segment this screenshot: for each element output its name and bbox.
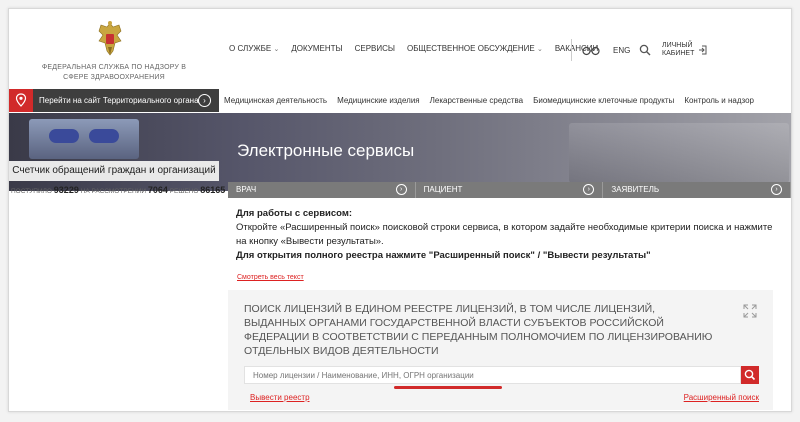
instructions: Для работы с сервисом: Откройте «Расшире…: [236, 207, 781, 263]
nav-divider: [571, 39, 572, 61]
tab-applicant-label: ЗАЯВИТЕЛЬ: [611, 185, 660, 194]
page-title: Электронные сервисы: [237, 141, 415, 160]
instructions-body: Откройте «Расширенный поиск» поисковой с…: [236, 222, 773, 247]
subnav-control[interactable]: Контроль и надзор: [684, 96, 754, 105]
expand-icon[interactable]: [743, 304, 757, 318]
language-switch[interactable]: ENG: [613, 46, 630, 55]
full-text-link[interactable]: Смотреть весь текст: [237, 274, 304, 281]
location-pin-icon: [9, 89, 33, 112]
resolved-label: РЕШЕНО: [169, 188, 199, 195]
login-icon[interactable]: [698, 45, 707, 55]
counter-title: Счетчик обращений граждан и организаций: [9, 161, 219, 181]
received-count: 93229: [53, 185, 79, 195]
export-registry-link[interactable]: Вывести реестр: [250, 393, 310, 402]
nav-about-label: О службе: [229, 44, 272, 53]
cabinet-line1: Личный: [662, 42, 693, 49]
chevron-right-icon: ›: [771, 184, 783, 195]
counter-stats: ПОСТУПИЛО 93229 НА РАССМОТРЕНИИ 7064 РЕШ…: [11, 185, 225, 195]
subnav-biomedical[interactable]: Биомедицинские клеточные продукты: [533, 96, 674, 105]
in-review-count: 7064: [147, 185, 168, 195]
nav-services[interactable]: Сервисы: [355, 44, 395, 53]
territorial-link-label: Перейти на сайт Территориального органа: [39, 96, 199, 105]
territorial-link-bar[interactable]: Перейти на сайт Территориального органа …: [9, 89, 219, 112]
personal-cabinet-link[interactable]: Личный кабинет: [662, 42, 694, 58]
site-header: Федеральная служба по надзору в сфере зд…: [9, 9, 791, 96]
nav-about[interactable]: О службе ⌄: [229, 44, 279, 53]
chevron-down-icon: ⌄: [536, 46, 543, 53]
hero-device-image: [89, 129, 119, 143]
subnav-medical-activity[interactable]: Медицинская деятельность: [224, 96, 327, 105]
advanced-search-link[interactable]: Расширенный поиск: [684, 393, 759, 402]
tab-doctor[interactable]: ВРАЧ ›: [228, 182, 416, 198]
glasses-icon[interactable]: [582, 46, 600, 56]
instructions-heading: Для работы с сервисом:: [236, 208, 353, 219]
tab-applicant[interactable]: ЗАЯВИТЕЛЬ ›: [603, 182, 791, 198]
chevron-down-icon: ⌄: [273, 46, 280, 53]
resolved-count: 86165: [200, 185, 226, 195]
subnav-medicines[interactable]: Лекарственные средства: [430, 96, 523, 105]
search-button[interactable]: [741, 366, 759, 384]
page-frame: Федеральная служба по надзору в сфере зд…: [8, 8, 792, 412]
chevron-right-icon: ›: [198, 94, 211, 107]
org-name: Федеральная служба по надзору в сфере зд…: [41, 64, 187, 81]
in-review-label: НА РАССМОТРЕНИИ: [80, 188, 147, 195]
license-search-input[interactable]: [244, 366, 741, 384]
sub-nav: Медицинская деятельность Медицинские изд…: [224, 96, 754, 105]
chevron-right-icon: ›: [583, 184, 595, 195]
hero-device-image: [29, 119, 139, 159]
hero-device-image: [569, 123, 789, 183]
russian-emblem-logo[interactable]: [95, 19, 125, 61]
top-nav: О службе ⌄ Документы Сервисы Общественно…: [229, 44, 598, 53]
search-icon: [744, 369, 756, 381]
nav-discussion-label: Общественное обсуждение: [407, 44, 535, 53]
highlight-underline: [394, 386, 502, 389]
cabinet-line2: кабинет: [662, 50, 695, 57]
tab-patient-label: ПАЦИЕНТ: [423, 185, 463, 194]
search-icon[interactable]: [639, 44, 651, 56]
search-panel-title: Поиск лицензий в едином реестре лицензий…: [244, 303, 713, 357]
nav-discussion[interactable]: Общественное обсуждение ⌄: [407, 44, 543, 53]
chevron-right-icon: ›: [395, 184, 407, 195]
tab-patient[interactable]: ПАЦИЕНТ ›: [415, 182, 604, 198]
hero-device-image: [49, 129, 79, 143]
license-search-panel: Поиск лицензий в едином реестре лицензий…: [228, 290, 773, 410]
tab-doctor-label: ВРАЧ: [236, 185, 257, 194]
audience-tabs: ВРАЧ › ПАЦИЕНТ › ЗАЯВИТЕЛЬ ›: [228, 182, 791, 198]
subnav-medical-devices[interactable]: Медицинские изделия: [337, 96, 420, 105]
nav-documents[interactable]: Документы: [291, 44, 342, 53]
received-label: ПОСТУПИЛО: [11, 188, 52, 195]
instructions-bold-line: Для открытия полного реестра нажмите "Ра…: [236, 250, 651, 261]
